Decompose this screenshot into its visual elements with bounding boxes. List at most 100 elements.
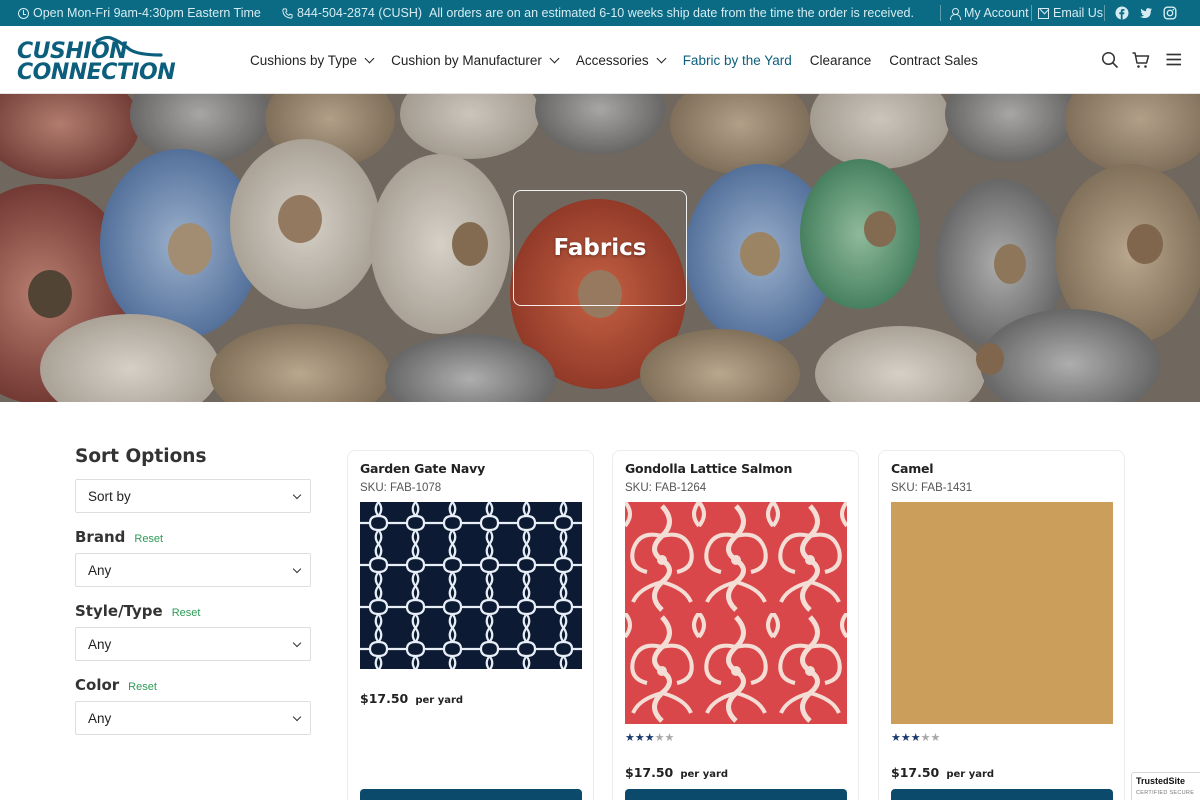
style-type-reset-link[interactable]: Reset xyxy=(172,607,201,619)
product-name[interactable]: Gondolla Lattice Salmon xyxy=(625,461,792,476)
price-unit: per yard xyxy=(680,769,729,780)
product-price: $17.50 per yard xyxy=(360,688,463,707)
my-account-link[interactable]: My Account xyxy=(949,6,1029,20)
brand-value: Any xyxy=(88,562,112,578)
nav-cushions-by-type[interactable]: Cushions by Type xyxy=(250,52,375,68)
nav-clearance[interactable]: Clearance xyxy=(810,53,872,68)
star-icon: ★ xyxy=(644,732,655,744)
product-card[interactable]: Camel SKU: FAB-1431 ★ ★ ★ ★ ★ $17.50 per yar… xyxy=(878,450,1125,800)
view-product-button[interactable] xyxy=(625,789,847,800)
chevron-down-icon xyxy=(549,53,560,63)
trustedsite-badge[interactable]: TrustedSite CERTIFIED SECURE xyxy=(1131,772,1200,800)
divider xyxy=(1104,5,1105,21)
nav-label: Cushions by Type xyxy=(250,52,358,68)
logo[interactable]: CUSHION CONNECTION xyxy=(17,35,176,87)
divider xyxy=(1031,5,1032,21)
sort-options-sidebar: Sort Options Sort by Brand Reset Any Sty… xyxy=(75,446,311,735)
nav-contract-sales[interactable]: Contract Sales xyxy=(889,53,978,68)
style-type-select[interactable]: Any xyxy=(75,627,311,661)
price-unit: per yard xyxy=(946,769,995,780)
mail-icon xyxy=(1038,8,1049,19)
search-icon[interactable] xyxy=(1100,50,1120,70)
product-swatch-image[interactable] xyxy=(891,502,1113,724)
product-price: $17.50 per yard xyxy=(625,762,728,781)
sku-label: SKU: xyxy=(360,482,387,494)
product-name[interactable]: Garden Gate Navy xyxy=(360,461,485,476)
color-reset-link[interactable]: Reset xyxy=(128,681,157,693)
star-rating: ★ ★ ★ ★ ★ xyxy=(891,733,940,744)
star-icon: ★ xyxy=(891,732,901,744)
cart-icon[interactable] xyxy=(1131,50,1151,70)
brand-filter-label: Brand Reset xyxy=(75,528,311,550)
site-header: CUSHION CONNECTION Cushions by Type Cush… xyxy=(0,26,1200,94)
business-hours: Open Mon-Fri 9am-4:30pm Eastern Time xyxy=(18,6,261,20)
filter-label-text: Brand xyxy=(75,528,126,546)
trust-badge-tagline: CERTIFIED SECURE xyxy=(1136,790,1195,796)
nav-label: Accessories xyxy=(575,52,649,68)
nav-cushion-by-manufacturer[interactable]: Cushion by Manufacturer xyxy=(391,52,560,68)
clock-icon xyxy=(18,7,29,19)
sort-options-title: Sort Options xyxy=(75,446,207,467)
view-product-button[interactable] xyxy=(891,789,1113,800)
sort-by-value: Sort by xyxy=(88,488,131,504)
product-card[interactable]: Garden Gate Navy SKU: FAB-1078 $17.50 pe… xyxy=(347,450,594,800)
product-sku: SKU: FAB-1078 xyxy=(360,482,441,494)
star-icon: ★ xyxy=(654,732,665,744)
chevron-down-icon xyxy=(292,564,302,574)
price-amount: $17.50 xyxy=(360,691,409,706)
shipping-notice-text: All orders are on an estimated 6-10 week… xyxy=(429,6,914,20)
my-account-label: My Account xyxy=(964,6,1029,20)
logo-line2: CONNECTION xyxy=(17,60,176,85)
price-amount: $17.50 xyxy=(625,765,674,780)
twitter-icon[interactable] xyxy=(1139,6,1153,20)
sort-by-select[interactable]: Sort by xyxy=(75,479,311,513)
sku-label: SKU: xyxy=(625,482,652,494)
page-title: Fabrics xyxy=(553,235,647,261)
chevron-down-icon xyxy=(292,712,302,722)
brand-reset-link[interactable]: Reset xyxy=(134,533,163,545)
star-icon: ★ xyxy=(625,732,635,744)
brand-select[interactable]: Any xyxy=(75,553,311,587)
sku-label: SKU: xyxy=(891,482,918,494)
product-name[interactable]: Camel xyxy=(891,461,934,476)
facebook-icon[interactable] xyxy=(1115,6,1129,20)
color-value: Any xyxy=(88,710,112,726)
instagram-icon[interactable] xyxy=(1163,6,1177,20)
shipping-notice: All orders are on an estimated 6-10 week… xyxy=(429,6,914,20)
product-swatch-image[interactable] xyxy=(625,502,847,724)
divider xyxy=(940,5,941,21)
product-swatch-image[interactable] xyxy=(360,502,582,669)
phone-number: 844-504-2874 (CUSH) xyxy=(297,6,423,20)
star-icon: ★ xyxy=(930,732,941,744)
style-type-filter-label: Style/Type Reset xyxy=(75,602,311,624)
nav-accessories[interactable]: Accessories xyxy=(575,52,667,68)
product-sku: SKU: FAB-1431 xyxy=(891,482,972,494)
chevron-down-icon xyxy=(364,53,375,63)
hero-title-box: Fabrics xyxy=(513,190,687,306)
style-type-value: Any xyxy=(88,636,112,652)
nav-label: Contract Sales xyxy=(889,52,978,68)
phone-link[interactable]: 844-504-2874 (CUSH) xyxy=(282,6,422,20)
nav-label: Cushion by Manufacturer xyxy=(391,52,542,68)
product-sku: SKU: FAB-1264 xyxy=(625,482,706,494)
product-card[interactable]: Gondolla Lattice Salmon SKU: FAB-1264 ★ ★… xyxy=(612,450,859,800)
chevron-down-icon xyxy=(292,638,302,648)
main-nav: Cushions by Type Cushion by Manufacturer… xyxy=(250,26,996,94)
filter-label-text: Color xyxy=(75,676,120,694)
nav-label: Fabric by the Yard xyxy=(682,52,792,68)
view-product-button[interactable] xyxy=(360,789,582,800)
phone-icon xyxy=(282,7,293,19)
color-select[interactable]: Any xyxy=(75,701,311,735)
menu-icon[interactable] xyxy=(1164,50,1184,70)
user-icon xyxy=(949,7,961,20)
color-filter-label: Color Reset xyxy=(75,676,311,698)
email-us-link[interactable]: Email Us xyxy=(1038,6,1103,20)
nav-fabric-by-the-yard[interactable]: Fabric by the Yard xyxy=(683,53,792,68)
star-icon: ★ xyxy=(634,732,645,744)
product-price: $17.50 per yard xyxy=(891,762,994,781)
nav-label: Clearance xyxy=(809,52,872,68)
sku-value: FAB-1431 xyxy=(921,482,973,494)
star-icon: ★ xyxy=(900,732,911,744)
sku-value: FAB-1078 xyxy=(390,482,442,494)
chevron-down-icon xyxy=(292,490,302,500)
